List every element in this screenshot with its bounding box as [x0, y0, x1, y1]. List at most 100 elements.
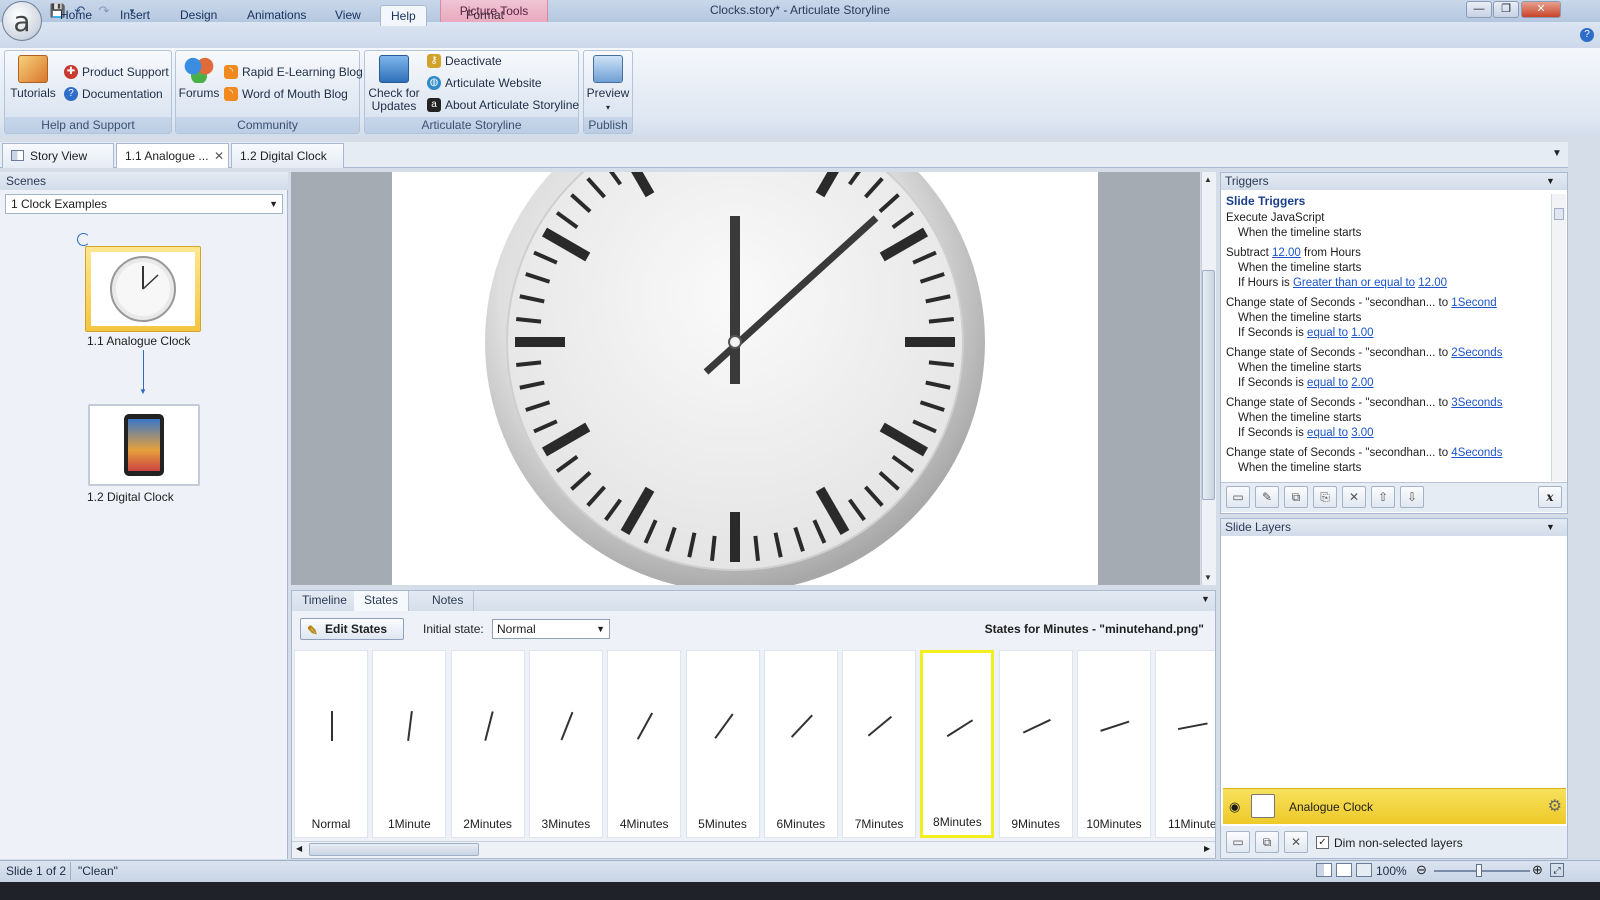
- trigger-operator-link[interactable]: equal to: [1307, 377, 1348, 389]
- delete-trigger-icon[interactable]: ✕: [1342, 486, 1366, 508]
- tab-format[interactable]: Format: [456, 5, 514, 26]
- states-scroll-thumb[interactable]: [309, 843, 479, 856]
- chevron-down-icon[interactable]: ▼: [1552, 148, 1562, 159]
- preview-button[interactable]: Preview ▾: [585, 55, 631, 114]
- tab-animations[interactable]: Animations: [237, 5, 316, 26]
- fit-window-icon[interactable]: ⤢: [1550, 863, 1564, 877]
- canvas-scroll-thumb[interactable]: [1202, 270, 1215, 500]
- trigger-item[interactable]: Change state of Seconds - "secondhan... …: [1226, 396, 1550, 441]
- about-button[interactable]: a About Articulate Storyline: [427, 96, 579, 114]
- trigger-state-link[interactable]: 4Seconds: [1451, 447, 1502, 459]
- restore-button[interactable]: ❐: [1493, 1, 1519, 18]
- move-down-icon[interactable]: ⇩: [1400, 486, 1424, 508]
- tab-timeline[interactable]: Timeline: [292, 591, 358, 611]
- tab-help[interactable]: Help: [380, 5, 427, 26]
- paste-trigger-icon[interactable]: ⎘: [1313, 486, 1337, 508]
- state-tile[interactable]: Normal: [294, 650, 368, 838]
- gear-icon[interactable]: ⚙: [1548, 796, 1562, 816]
- tab-design[interactable]: Design: [170, 5, 227, 26]
- duplicate-layer-icon[interactable]: ⧉: [1255, 831, 1279, 853]
- minimize-button[interactable]: —: [1466, 1, 1492, 18]
- trigger-item[interactable]: Change state of Seconds - "secondhan... …: [1226, 296, 1550, 341]
- trigger-item[interactable]: Change state of Seconds - "secondhan... …: [1226, 346, 1550, 391]
- zoom-in-icon[interactable]: ⊕: [1532, 862, 1543, 878]
- state-tile[interactable]: 3Minutes: [528, 650, 603, 838]
- close-icon[interactable]: ✕: [214, 144, 224, 168]
- tab-states[interactable]: States: [354, 591, 410, 611]
- slide-canvas[interactable]: [392, 172, 1098, 585]
- slide-view-icon[interactable]: [1356, 863, 1372, 877]
- chevron-down-icon[interactable]: ▼: [1201, 594, 1210, 604]
- tab-story-view[interactable]: Story View: [2, 143, 114, 168]
- chevron-down-icon[interactable]: ▼: [1546, 176, 1555, 186]
- tab-digital-clock[interactable]: 1.2 Digital Clock: [231, 143, 344, 168]
- documentation-button[interactable]: ? Documentation: [64, 85, 163, 103]
- trigger-operator-link[interactable]: equal to: [1307, 427, 1348, 439]
- trigger-operator-link[interactable]: Greater than or equal to: [1293, 277, 1415, 289]
- website-button[interactable]: ◍ Articulate Website: [427, 74, 542, 92]
- state-tile[interactable]: 4Minutes: [607, 650, 682, 838]
- new-layer-icon[interactable]: ▭: [1226, 831, 1250, 853]
- check-updates-button[interactable]: Check for Updates: [368, 55, 420, 113]
- scroll-left-icon[interactable]: ◀: [296, 844, 302, 853]
- trigger-item[interactable]: Change state of Seconds - "secondhan... …: [1226, 446, 1550, 476]
- trigger-value-link[interactable]: 12.00: [1272, 247, 1301, 259]
- scroll-right-icon[interactable]: ▶: [1204, 844, 1210, 853]
- state-tile[interactable]: 1Minute: [372, 650, 447, 838]
- tab-notes[interactable]: Notes: [422, 591, 475, 611]
- tab-analogue-clock[interactable]: 1.1 Analogue ... ✕: [116, 143, 229, 168]
- tutorials-button[interactable]: Tutorials: [8, 55, 58, 100]
- tab-view[interactable]: View: [325, 5, 371, 26]
- tab-home[interactable]: Home: [50, 5, 102, 26]
- wom-blog-button[interactable]: ◝ Word of Mouth Blog: [224, 85, 348, 103]
- zoom-slider-thumb[interactable]: [1476, 864, 1482, 877]
- chevron-down-icon[interactable]: ▼: [1546, 522, 1555, 532]
- eye-icon[interactable]: ◉: [1229, 799, 1240, 815]
- state-tile[interactable]: 2Minutes: [450, 650, 525, 838]
- trigger-value-link[interactable]: 3.00: [1351, 427, 1373, 439]
- trigger-state-link[interactable]: 1Second: [1451, 297, 1496, 309]
- scroll-down-icon[interactable]: ▼: [1204, 573, 1212, 582]
- rapid-blog-button[interactable]: ◝ Rapid E-Learning Blog: [224, 63, 363, 81]
- close-button[interactable]: ✕: [1521, 1, 1561, 18]
- trigger-item[interactable]: Subtract 12.00 from Hours When the timel…: [1226, 246, 1550, 291]
- zoom-slider[interactable]: [1434, 870, 1530, 872]
- state-tile[interactable]: 7Minutes: [842, 650, 917, 838]
- normal-view-icon[interactable]: [1336, 863, 1352, 877]
- edit-trigger-icon[interactable]: ✎: [1255, 486, 1279, 508]
- analogue-clock-graphic[interactable]: [392, 172, 1098, 585]
- story-view-icon[interactable]: [1316, 863, 1332, 877]
- app-logo-icon[interactable]: a: [2, 1, 42, 41]
- state-tile[interactable]: 9Minutes: [998, 650, 1073, 838]
- delete-layer-icon[interactable]: ✕: [1284, 831, 1308, 853]
- zoom-out-icon[interactable]: ⊖: [1416, 862, 1427, 878]
- triggers-scrollbar[interactable]: [1551, 194, 1566, 481]
- state-tile[interactable]: 5Minutes: [685, 650, 760, 838]
- tab-insert[interactable]: Insert: [110, 5, 160, 26]
- state-tile[interactable]: 8Minutes: [920, 650, 995, 838]
- state-tile[interactable]: 10Minutes: [1077, 650, 1151, 838]
- help-icon[interactable]: ?: [1580, 28, 1594, 42]
- trigger-value-link[interactable]: 2.00: [1351, 377, 1373, 389]
- slide-thumbnail-2[interactable]: [88, 404, 200, 486]
- product-support-button[interactable]: ✚ Product Support: [64, 63, 169, 81]
- trigger-item[interactable]: Execute JavaScript When the timeline sta…: [1226, 211, 1550, 241]
- initial-state-select[interactable]: Normal ▼: [492, 619, 610, 639]
- copy-trigger-icon[interactable]: ⧉: [1284, 486, 1308, 508]
- trigger-state-link[interactable]: 2Seconds: [1451, 347, 1502, 359]
- trigger-value-link[interactable]: 1.00: [1351, 327, 1373, 339]
- forums-button[interactable]: Forums: [178, 55, 220, 100]
- trigger-value-link[interactable]: 12.00: [1418, 277, 1447, 289]
- triggers-scroll-thumb[interactable]: [1554, 208, 1564, 220]
- trigger-operator-link[interactable]: equal to: [1307, 327, 1348, 339]
- base-layer-row[interactable]: ◉ Analogue Clock ⚙: [1223, 788, 1566, 824]
- deactivate-button[interactable]: ⚷ Deactivate: [427, 52, 502, 70]
- state-tile[interactable]: 6Minutes: [763, 650, 838, 838]
- new-trigger-icon[interactable]: ▭: [1226, 486, 1250, 508]
- scroll-up-icon[interactable]: ▲: [1204, 175, 1212, 184]
- state-tile[interactable]: 11Minute: [1155, 650, 1215, 838]
- trigger-state-link[interactable]: 3Seconds: [1451, 397, 1502, 409]
- scene-select[interactable]: 1 Clock Examples ▼: [5, 194, 283, 214]
- dim-layers-checkbox[interactable]: ✓: [1316, 836, 1329, 849]
- edit-states-button[interactable]: ✎ Edit States: [300, 618, 404, 640]
